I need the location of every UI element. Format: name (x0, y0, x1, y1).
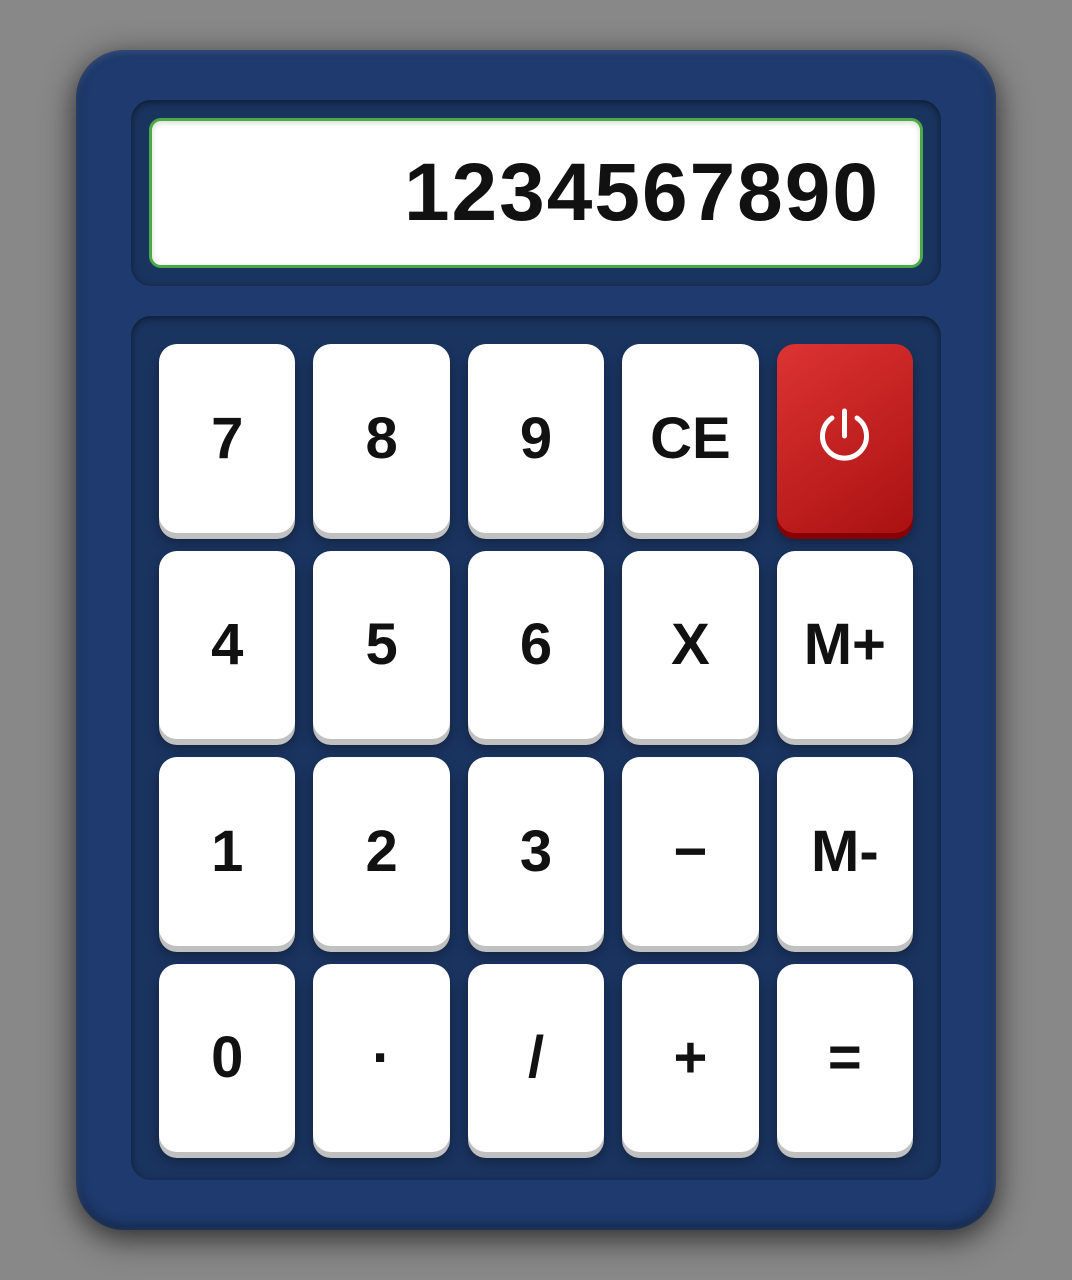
calculator: 1234567890 789CE456XM+123−M-0·/+= (76, 50, 996, 1230)
btn-9[interactable]: 9 (468, 344, 604, 533)
keypad-row-0: 789CE (159, 344, 913, 533)
btn-equals[interactable]: = (777, 964, 913, 1153)
btn-minus[interactable]: − (622, 757, 758, 946)
keypad-row-3: 0·/+= (159, 964, 913, 1153)
btn-8[interactable]: 8 (313, 344, 449, 533)
btn-6[interactable]: 6 (468, 551, 604, 740)
btn-mplus[interactable]: M+ (777, 551, 913, 740)
btn-decimal[interactable]: · (313, 964, 449, 1153)
btn-7[interactable]: 7 (159, 344, 295, 533)
btn-0[interactable]: 0 (159, 964, 295, 1153)
btn-power[interactable] (777, 344, 913, 533)
keypad-area: 789CE456XM+123−M-0·/+= (131, 316, 941, 1180)
keypad-row-2: 123−M- (159, 757, 913, 946)
btn-multiply[interactable]: X (622, 551, 758, 740)
power-icon (812, 406, 877, 471)
btn-ce[interactable]: CE (622, 344, 758, 533)
btn-plus[interactable]: + (622, 964, 758, 1153)
keypad-row-1: 456XM+ (159, 551, 913, 740)
display-screen: 1234567890 (149, 118, 923, 268)
btn-1[interactable]: 1 (159, 757, 295, 946)
btn-2[interactable]: 2 (313, 757, 449, 946)
btn-5[interactable]: 5 (313, 551, 449, 740)
display-area: 1234567890 (131, 100, 941, 286)
btn-divide[interactable]: / (468, 964, 604, 1153)
btn-mminus[interactable]: M- (777, 757, 913, 946)
display-value: 1234567890 (404, 146, 880, 240)
btn-3[interactable]: 3 (468, 757, 604, 946)
btn-4[interactable]: 4 (159, 551, 295, 740)
